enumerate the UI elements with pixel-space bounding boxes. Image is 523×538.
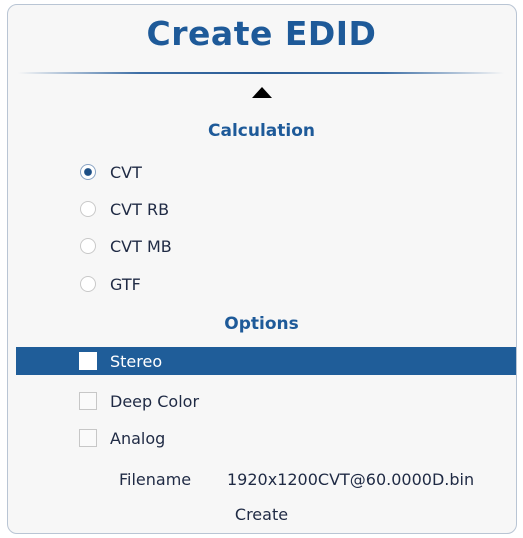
radio-button-gtf[interactable] (80, 276, 96, 292)
title-divider (18, 72, 504, 74)
create-button[interactable]: Create (0, 505, 523, 524)
radio-option-cvt-rb[interactable]: CVT RB (0, 194, 523, 224)
options-heading: Options (224, 314, 299, 334)
radio-label: CVT MB (110, 236, 172, 256)
calculation-heading: Calculation (208, 121, 315, 141)
checkbox-label: Analog (110, 428, 166, 448)
radio-button-cvt[interactable] (80, 164, 96, 180)
checkbox-stereo[interactable] (79, 352, 97, 370)
checkbox-option-deep-color[interactable]: Deep Color (0, 386, 523, 416)
radio-label: CVT (110, 162, 142, 182)
checkbox-label: Stereo (110, 351, 163, 371)
checkbox-analog[interactable] (79, 429, 97, 447)
radio-option-cvt-mb[interactable]: CVT MB (0, 231, 523, 261)
checkbox-option-analog[interactable]: Analog (0, 423, 523, 453)
checkbox-deep-color[interactable] (79, 392, 97, 410)
checkbox-label: Deep Color (110, 391, 200, 411)
filename-row[interactable]: Filename 1920x1200CVT@60.0000D.bin (0, 464, 523, 494)
radio-option-gtf[interactable]: GTF (0, 269, 523, 299)
radio-button-cvt-rb[interactable] (80, 201, 96, 217)
filename-label: Filename (119, 469, 192, 489)
radio-label: CVT RB (110, 199, 170, 219)
checkbox-option-stereo[interactable]: Stereo (16, 347, 516, 375)
radio-option-cvt[interactable]: CVT (0, 157, 523, 187)
radio-label: GTF (110, 274, 141, 294)
page-title: Create EDID (146, 14, 377, 53)
radio-button-cvt-mb[interactable] (80, 238, 96, 254)
filename-value[interactable]: 1920x1200CVT@60.0000D.bin (227, 470, 474, 489)
collapse-up-arrow-icon[interactable] (252, 87, 272, 98)
